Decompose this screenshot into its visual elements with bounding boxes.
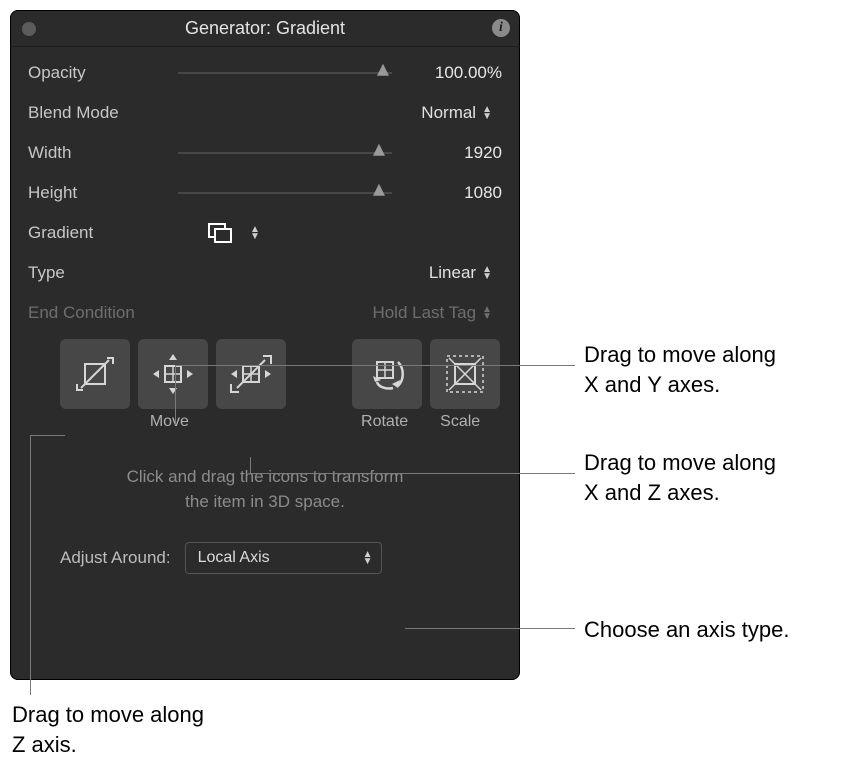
leader-line bbox=[405, 628, 575, 629]
panel-title: Generator: Gradient bbox=[185, 18, 345, 38]
scale-button[interactable] bbox=[430, 339, 500, 409]
width-value[interactable]: 1920 bbox=[392, 143, 502, 163]
chevron-updown-icon[interactable]: ▲▼ bbox=[250, 226, 260, 240]
callout-move-xy: Drag to move alongX and Y axes. bbox=[584, 340, 776, 399]
adjust-around-row: Adjust Around: Local Axis ▲▼ bbox=[10, 542, 520, 574]
width-label: Width bbox=[28, 143, 178, 163]
type-select[interactable]: Linear ▲▼ bbox=[429, 263, 492, 283]
leader-line bbox=[175, 365, 575, 366]
leader-line bbox=[250, 457, 251, 473]
opacity-value[interactable]: 100.00% bbox=[392, 63, 502, 83]
tool-captions: . Move . . Rotate Scale bbox=[10, 409, 520, 431]
chevron-updown-icon: ▲▼ bbox=[363, 551, 373, 565]
leader-line bbox=[250, 473, 575, 474]
type-label: Type bbox=[28, 263, 178, 283]
callout-move-xz: Drag to move alongX and Z axes. bbox=[584, 448, 776, 507]
transform-hint: Click and drag the icons to transform th… bbox=[10, 431, 520, 542]
chevron-updown-icon: ▲▼ bbox=[482, 306, 492, 320]
opacity-label: Opacity bbox=[28, 63, 178, 83]
adjust-around-select[interactable]: Local Axis ▲▼ bbox=[185, 542, 382, 574]
blendmode-select[interactable]: Normal ▲▼ bbox=[421, 103, 492, 123]
width-slider[interactable] bbox=[178, 143, 392, 163]
gradient-row: Gradient ▲▼ bbox=[10, 213, 520, 253]
leader-line bbox=[30, 435, 31, 695]
height-value[interactable]: 1080 bbox=[392, 183, 502, 203]
scale-caption: Scale bbox=[426, 413, 494, 431]
move-caption: Move bbox=[136, 413, 204, 431]
blendmode-value: Normal bbox=[421, 103, 476, 123]
gradient-preset-icon[interactable] bbox=[208, 223, 232, 243]
slider-thumb-icon[interactable] bbox=[375, 62, 391, 78]
height-slider[interactable] bbox=[178, 183, 392, 203]
inspector-panel: Generator: Gradient i Opacity 100.00% Bl… bbox=[10, 10, 520, 680]
transform-tools bbox=[10, 333, 520, 409]
blendmode-row: Blend Mode Normal ▲▼ bbox=[10, 93, 520, 133]
slider-thumb-icon[interactable] bbox=[371, 182, 387, 198]
adjust-around-value: Local Axis bbox=[198, 549, 270, 567]
info-icon[interactable]: i bbox=[492, 19, 510, 37]
adjust-around-label: Adjust Around: bbox=[60, 548, 171, 568]
endcondition-row: End Condition Hold Last Tag ▲▼ bbox=[10, 293, 520, 333]
callout-axis-type: Choose an axis type. bbox=[584, 615, 789, 645]
move-z-button[interactable] bbox=[60, 339, 130, 409]
blendmode-label: Blend Mode bbox=[28, 103, 178, 123]
gradient-label: Gradient bbox=[28, 223, 178, 243]
width-row: Width 1920 bbox=[10, 133, 520, 173]
slider-thumb-icon[interactable] bbox=[371, 142, 387, 158]
move-xy-button[interactable] bbox=[138, 339, 208, 409]
leader-line bbox=[175, 365, 176, 425]
opacity-row: Opacity 100.00% bbox=[10, 53, 520, 93]
move-xz-button[interactable] bbox=[216, 339, 286, 409]
rotate-caption: Rotate bbox=[351, 413, 419, 431]
callout-move-z: Drag to move alongZ axis. bbox=[12, 700, 204, 759]
chevron-updown-icon: ▲▼ bbox=[482, 106, 492, 120]
leader-line bbox=[30, 435, 65, 436]
endcondition-select: Hold Last Tag ▲▼ bbox=[372, 303, 492, 323]
height-row: Height 1080 bbox=[10, 173, 520, 213]
endcondition-value: Hold Last Tag bbox=[372, 303, 476, 323]
type-value: Linear bbox=[429, 263, 476, 283]
type-row: Type Linear ▲▼ bbox=[10, 253, 520, 293]
endcondition-label: End Condition bbox=[28, 303, 178, 323]
close-window-dot[interactable] bbox=[22, 22, 36, 36]
titlebar: Generator: Gradient i bbox=[10, 10, 520, 47]
opacity-slider[interactable] bbox=[178, 63, 392, 83]
height-label: Height bbox=[28, 183, 178, 203]
chevron-updown-icon: ▲▼ bbox=[482, 266, 492, 280]
rotate-button[interactable] bbox=[352, 339, 422, 409]
